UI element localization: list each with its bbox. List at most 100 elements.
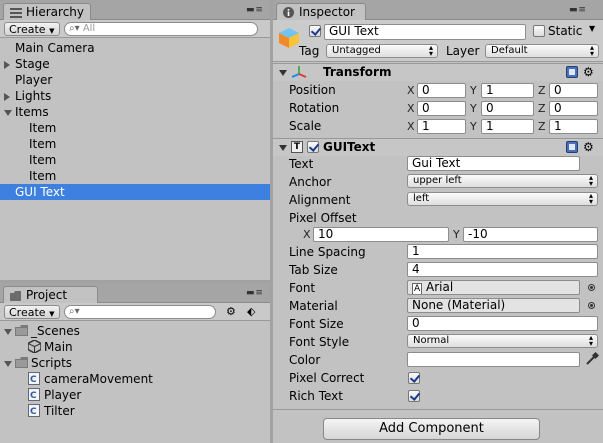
- transform-x-field[interactable]: 1: [417, 119, 466, 134]
- expand-right-arrow-icon[interactable]: [4, 61, 10, 69]
- axis-y-label: Y: [470, 102, 477, 115]
- axis-x-label: X: [407, 120, 415, 133]
- color-swatch[interactable]: [407, 352, 580, 367]
- tab-label: Project: [26, 288, 68, 302]
- active-checkbox[interactable]: [309, 25, 321, 37]
- object-picker-icon[interactable]: [588, 284, 595, 291]
- text-field[interactable]: Gui Text: [407, 156, 580, 171]
- transform-x-field[interactable]: 0: [417, 101, 466, 116]
- gear-icon[interactable]: ⚙: [583, 141, 594, 153]
- static-dropdown-icon[interactable]: ▼: [589, 24, 595, 33]
- material-object-field[interactable]: None (Material): [407, 298, 580, 313]
- label-tag-icon[interactable]: ⬖: [247, 305, 255, 318]
- hierarchy-item[interactable]: Lights: [0, 88, 270, 104]
- project-item[interactable]: Main: [0, 339, 270, 355]
- project-item[interactable]: _Scenes: [0, 323, 270, 339]
- dropdown-arrow-icon: ▼: [49, 310, 55, 318]
- foldout-arrow-icon[interactable]: [279, 70, 287, 76]
- object-name-field[interactable]: GUI Text: [324, 24, 526, 40]
- guitext-component-header[interactable]: T GUIText ⚙: [273, 138, 603, 156]
- hierarchy-item[interactable]: Main Camera: [0, 40, 270, 56]
- foldout-arrow-icon[interactable]: [279, 145, 287, 151]
- expand-down-arrow-icon[interactable]: [4, 329, 12, 335]
- guitext-enabled-checkbox[interactable]: [307, 141, 319, 153]
- search-input[interactable]: ⌕▾ All: [64, 22, 258, 36]
- transform-y-field[interactable]: 0: [481, 101, 534, 116]
- anchor-dropdown[interactable]: upper left ▴ ▾: [407, 174, 598, 188]
- object-picker-icon[interactable]: [588, 302, 595, 309]
- search-icon: ⌕▾: [69, 306, 80, 317]
- transform-z-field[interactable]: 0: [549, 83, 598, 98]
- offset-x-field[interactable]: 10: [313, 227, 449, 242]
- tag-dropdown[interactable]: Untagged ▴ ▾: [326, 44, 438, 58]
- transform-row-label: Rotation: [289, 101, 340, 115]
- hierarchy-item[interactable]: Item: [0, 120, 270, 136]
- tab-hierarchy[interactable]: Hierarchy: [3, 3, 91, 21]
- expand-down-arrow-icon[interactable]: [4, 110, 12, 116]
- offset-y-field[interactable]: -10: [463, 227, 598, 242]
- tab-menu-icon[interactable]: ▬ ≡: [246, 288, 263, 298]
- tab-menu-icon[interactable]: ▬ ≡: [569, 5, 586, 15]
- expand-right-arrow-icon[interactable]: [4, 93, 10, 101]
- hierarchy-item[interactable]: Stage: [0, 56, 270, 72]
- transform-y-field-value: 1: [486, 83, 494, 97]
- hierarchy-item[interactable]: Item: [0, 152, 270, 168]
- hierarchy-item[interactable]: Player: [0, 72, 270, 88]
- hierarchy-item-label: Item: [29, 169, 57, 183]
- rich-text-checkbox[interactable]: [408, 390, 420, 402]
- search-input[interactable]: ⌕▾: [64, 305, 216, 319]
- project-item[interactable]: Scripts: [0, 355, 270, 371]
- tab-menu-icon[interactable]: ▬ ≡: [246, 5, 263, 15]
- transform-y-field[interactable]: 1: [481, 119, 534, 134]
- font-style-value: Normal: [413, 335, 450, 346]
- layer-dropdown[interactable]: Default ▴ ▾: [485, 44, 599, 58]
- anchor-label: Anchor: [289, 175, 332, 189]
- project-item[interactable]: C Player: [0, 387, 270, 403]
- transform-axes-icon: [291, 66, 307, 78]
- tab-size-field[interactable]: 4: [407, 262, 598, 277]
- create-dropdown[interactable]: Create ▼: [4, 305, 60, 319]
- hierarchy-item[interactable]: GUI Text: [0, 184, 270, 200]
- font-size-field[interactable]: 0: [407, 316, 598, 331]
- project-item[interactable]: CcameraMovement: [0, 371, 270, 387]
- transform-z-field[interactable]: 0: [549, 101, 598, 116]
- expand-down-arrow-icon[interactable]: [4, 361, 12, 367]
- eyedropper-icon[interactable]: [585, 352, 599, 366]
- help-book-icon[interactable]: [566, 66, 578, 78]
- hierarchy-item[interactable]: Item: [0, 168, 270, 184]
- component-divider: [273, 409, 603, 410]
- pixel-offset-label: Pixel Offset: [289, 211, 357, 225]
- hierarchy-item[interactable]: Item: [0, 136, 270, 152]
- offset-x-label: X: [303, 228, 311, 241]
- hierarchy-item-label: Item: [29, 121, 57, 135]
- transform-component-header[interactable]: Transform ⚙: [273, 63, 603, 81]
- alignment-label: Alignment: [289, 193, 351, 207]
- transform-z-field[interactable]: 1: [549, 119, 598, 134]
- hierarchy-item[interactable]: Items: [0, 104, 270, 120]
- filter-type-icon[interactable]: ⚙: [226, 305, 236, 318]
- create-dropdown[interactable]: Create ▼: [4, 22, 60, 36]
- transform-row-label: Scale: [289, 119, 322, 133]
- project-item-label: Tilter: [44, 404, 75, 418]
- project-item[interactable]: C Tilter: [0, 403, 270, 419]
- static-checkbox[interactable]: [533, 25, 545, 37]
- font-object-field[interactable]: A Arial: [407, 280, 580, 295]
- svg-text:C: C: [30, 391, 37, 401]
- axis-z-label: Z: [538, 120, 546, 133]
- tab-inspector[interactable]: Inspector: [276, 3, 366, 21]
- add-component-button[interactable]: Add Component: [323, 418, 540, 440]
- font-style-dropdown[interactable]: Normal ▴ ▾: [407, 334, 598, 348]
- help-book-icon[interactable]: [566, 141, 578, 153]
- tab-project[interactable]: Project: [3, 286, 98, 304]
- transform-x-field[interactable]: 0: [417, 83, 466, 98]
- axis-z-label: Z: [538, 84, 546, 97]
- pixel-correct-checkbox[interactable]: [408, 372, 420, 384]
- project-item-label: _Scenes: [31, 324, 80, 338]
- alignment-dropdown[interactable]: left ▴ ▾: [407, 192, 598, 206]
- text-label: Text: [289, 157, 314, 171]
- font-size-value: 0: [412, 316, 420, 330]
- updown-arrows-icon: ▴ ▾: [428, 43, 433, 58]
- gear-icon[interactable]: ⚙: [583, 66, 594, 78]
- transform-y-field[interactable]: 1: [481, 83, 534, 98]
- line-spacing-field[interactable]: 1: [407, 244, 598, 259]
